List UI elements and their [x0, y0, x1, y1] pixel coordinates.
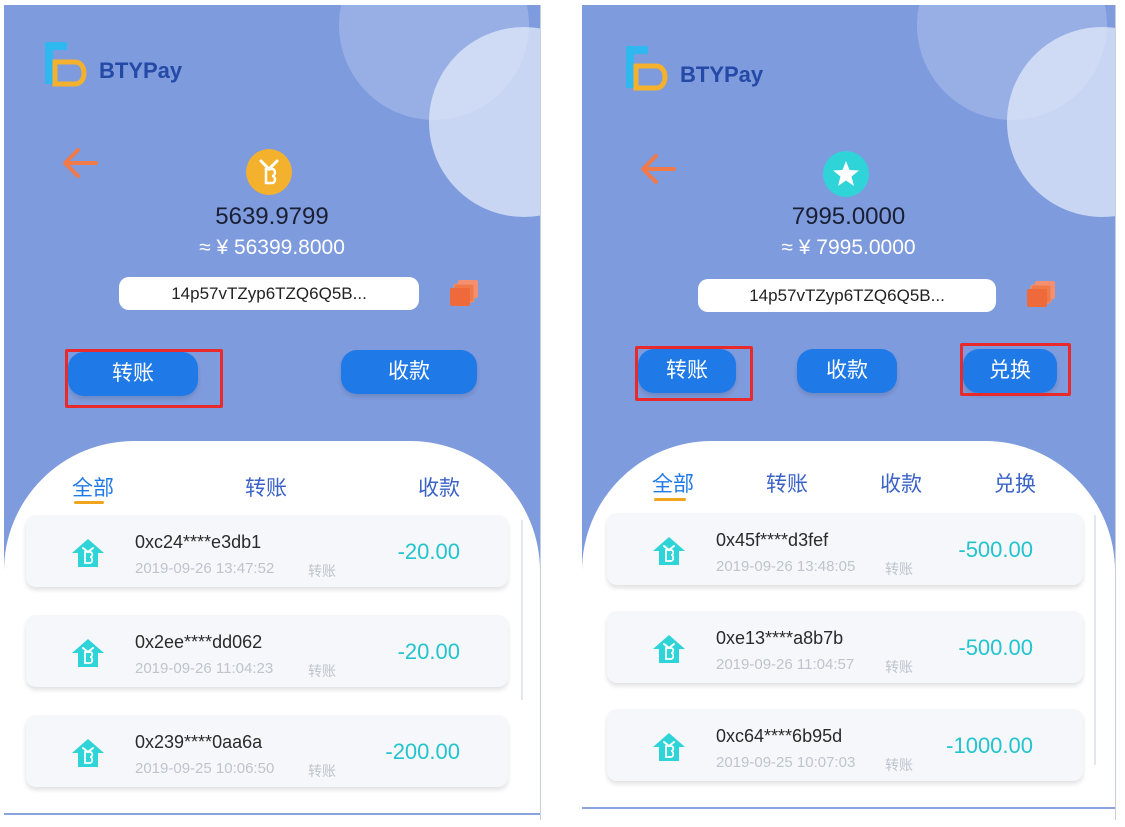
- tx-amount: -500.00: [958, 537, 1033, 562]
- house-coin-icon: [72, 639, 104, 667]
- app-name: BTYPay: [680, 62, 764, 87]
- tab-all[interactable]: 全部: [652, 468, 694, 498]
- tx-address: 0xe13****a8b7b: [716, 628, 844, 648]
- copy-icon[interactable]: [448, 278, 480, 308]
- back-arrow-icon[interactable]: [638, 151, 678, 187]
- tx-time: 2019-09-26 11:04:23: [135, 660, 274, 677]
- transfer-button[interactable]: 转账: [68, 352, 198, 396]
- balance-amount: 5639.9799: [215, 203, 329, 230]
- tx-time: 2019-09-26 13:48:05: [716, 558, 856, 575]
- house-coin-icon: [653, 537, 685, 565]
- tx-type: 转账: [308, 563, 336, 579]
- balance-fiat: ≈ ¥ 7995.0000: [781, 236, 916, 259]
- tx-address: 0x45f****d3fef: [716, 530, 829, 550]
- transaction-row[interactable]: 0xc64****6b95d 2019-09-25 10:07:03 转账 -1…: [607, 709, 1083, 781]
- app-name: BTYPay: [99, 58, 183, 83]
- house-coin-icon: [72, 539, 104, 567]
- wallet-screen-right: BTYPay 7995.0000 ≈ ¥ 7995.0000 14p57vTZy…: [582, 5, 1116, 820]
- transaction-row[interactable]: 0xc24****e3db1 2019-09-26 13:47:52 转账 -2…: [26, 515, 508, 587]
- tab-receive[interactable]: 收款: [880, 468, 922, 498]
- exchange-button[interactable]: 兑换: [963, 349, 1057, 393]
- active-tab-indicator: [654, 498, 686, 501]
- back-arrow-icon[interactable]: [60, 145, 100, 181]
- divider: [582, 807, 1115, 809]
- wallet-screen-left: BTYPay 5639.9799 ≈ ¥ 56399.8000 14p57vTZ…: [4, 5, 541, 820]
- tab-transfer[interactable]: 转账: [245, 472, 287, 502]
- tx-amount: -500.00: [958, 635, 1033, 660]
- app-logo: BTYPay: [41, 38, 241, 90]
- house-coin-icon: [653, 733, 685, 761]
- tx-amount: -200.00: [385, 739, 460, 764]
- balance-amount: 7995.0000: [791, 203, 906, 230]
- wallet-address: 14p57vTZyp6TZQ6Q5B...: [119, 277, 419, 310]
- transaction-row[interactable]: 0x2ee****dd062 2019-09-26 11:04:23 转账 -2…: [26, 615, 508, 687]
- bitcoin-coin-icon: [246, 149, 292, 195]
- transaction-row[interactable]: 0x45f****d3fef 2019-09-26 13:48:05 转账 -5…: [607, 513, 1083, 585]
- house-coin-icon: [72, 739, 104, 767]
- tab-receive[interactable]: 收款: [418, 472, 460, 502]
- tx-type: 转账: [308, 663, 336, 679]
- transfer-button[interactable]: 转账: [638, 349, 736, 393]
- receive-button[interactable]: 收款: [797, 349, 897, 393]
- divider: [4, 813, 540, 815]
- star-coin-icon: [823, 151, 869, 197]
- logo-icon: [45, 42, 87, 87]
- transaction-row[interactable]: 0xe13****a8b7b 2019-09-26 11:04:57 转账 -5…: [607, 611, 1083, 683]
- app-logo: BTYPay: [622, 42, 822, 94]
- tx-type: 转账: [885, 659, 913, 675]
- tx-amount: -20.00: [397, 639, 460, 664]
- tx-time: 2019-09-25 10:06:50: [135, 760, 275, 777]
- tab-all[interactable]: 全部: [72, 472, 114, 502]
- balance-fiat: ≈ ¥ 56399.8000: [199, 236, 345, 259]
- tab-transfer[interactable]: 转账: [766, 468, 808, 498]
- tx-address: 0x2ee****dd062: [135, 632, 263, 652]
- tx-type: 转账: [308, 763, 336, 779]
- logo-icon: [626, 46, 668, 91]
- receive-button[interactable]: 收款: [341, 350, 477, 394]
- copy-icon[interactable]: [1025, 279, 1057, 309]
- tx-amount: -1000.00: [946, 733, 1033, 758]
- tx-amount: -20.00: [397, 539, 460, 564]
- scrollbar[interactable]: [1094, 515, 1096, 765]
- tx-time: 2019-09-25 10:07:03: [716, 754, 856, 771]
- house-coin-icon: [653, 635, 685, 663]
- tx-type: 转账: [885, 757, 913, 773]
- active-tab-indicator: [74, 501, 104, 504]
- tab-exchange[interactable]: 兑换: [994, 468, 1036, 498]
- wallet-address: 14p57vTZyp6TZQ6Q5B...: [698, 279, 996, 312]
- tx-address: 0x239****0aa6a: [135, 732, 263, 752]
- tx-address: 0xc24****e3db1: [135, 532, 262, 552]
- scrollbar[interactable]: [521, 520, 523, 700]
- tx-time: 2019-09-26 13:47:52: [135, 560, 275, 577]
- tx-type: 转账: [885, 561, 913, 577]
- tx-time: 2019-09-26 11:04:57: [716, 656, 855, 673]
- transaction-row[interactable]: 0x239****0aa6a 2019-09-25 10:06:50 转账 -2…: [26, 715, 508, 787]
- tx-address: 0xc64****6b95d: [716, 726, 843, 746]
